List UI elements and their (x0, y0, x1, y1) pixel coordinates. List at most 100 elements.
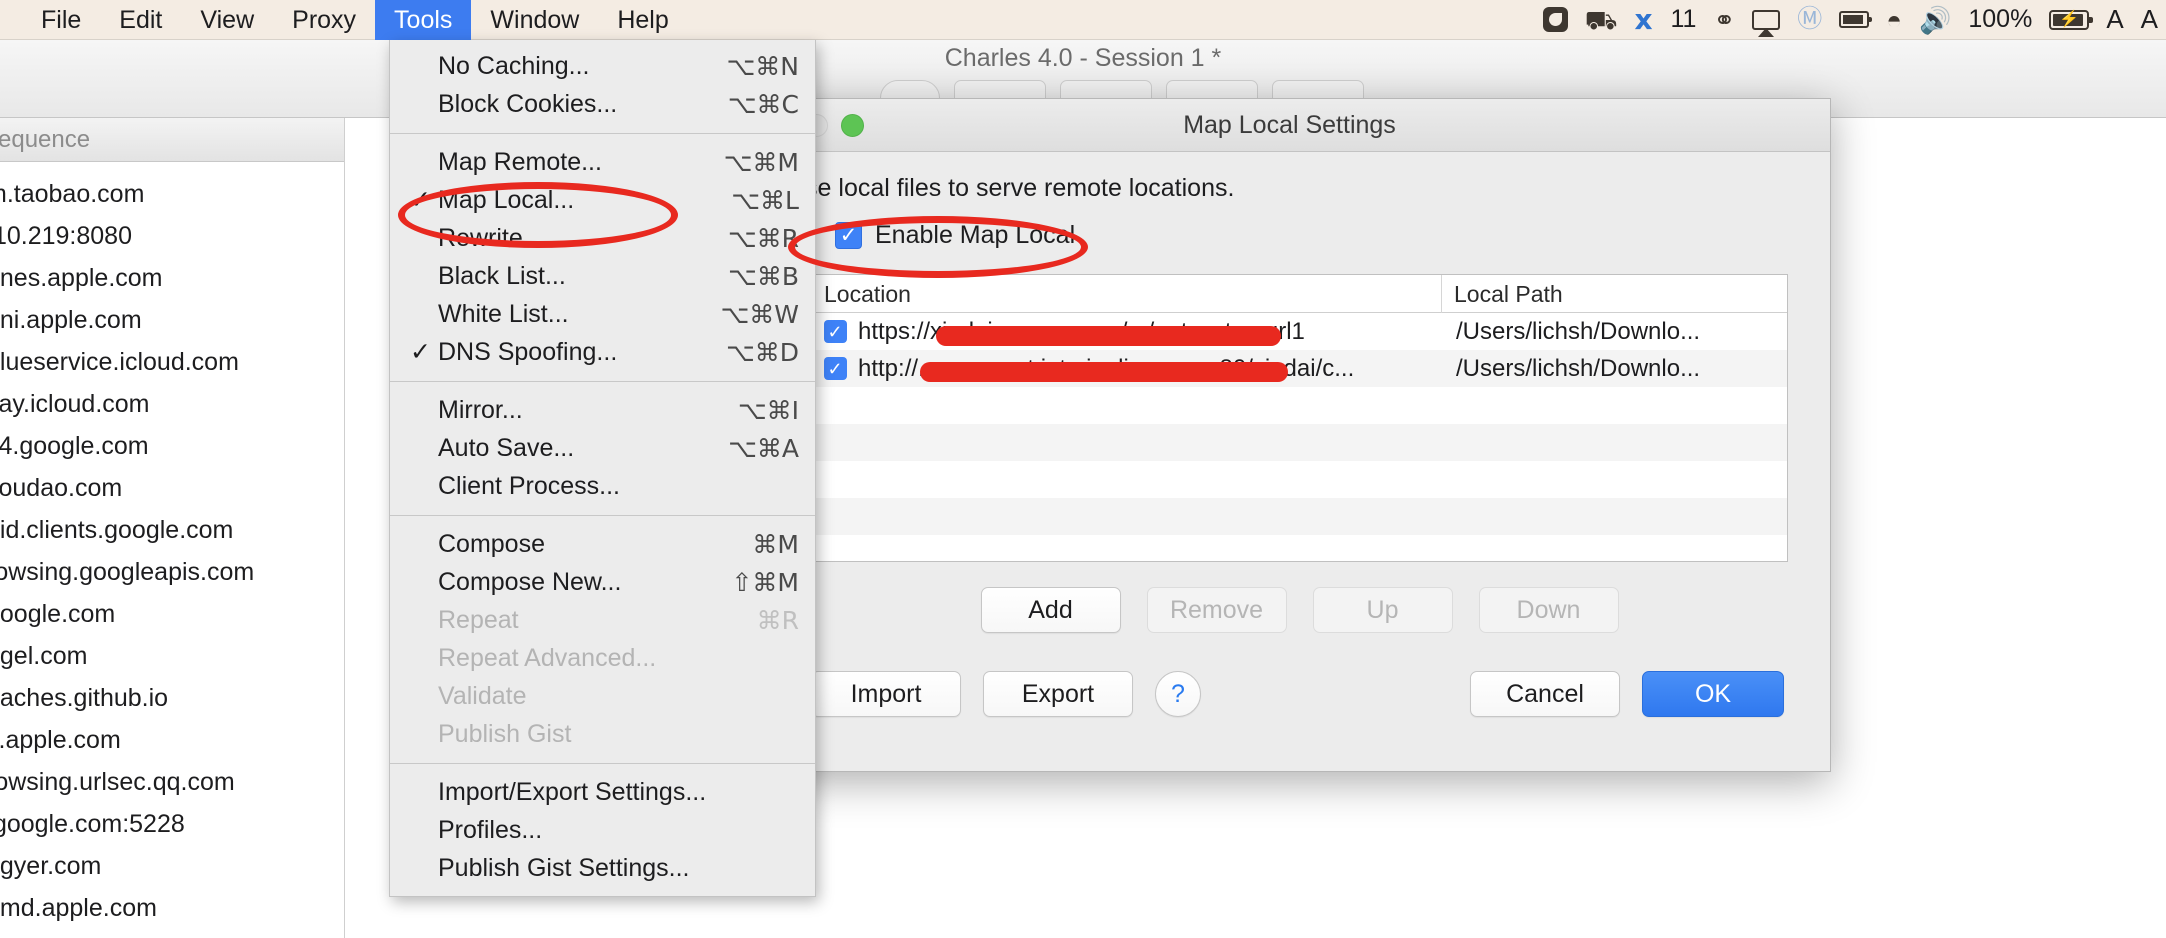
sidebar-host-item[interactable]: vay.icloud.com (0, 383, 344, 425)
battery-charging-icon[interactable]: ⚡ (2049, 0, 2094, 40)
sidebar-host-item[interactable]: s4.google.com (0, 425, 344, 467)
menu-help[interactable]: Help (598, 0, 687, 40)
sidebar-host-item[interactable]: alueservice.icloud.com (0, 341, 344, 383)
menu-item-label: Mirror... (438, 395, 523, 424)
row-enabled-checkbox[interactable]: ✓ (812, 357, 858, 380)
checkmark-icon: ✓ (823, 320, 847, 343)
tools-dropdown-menu[interactable]: No Caching... ⌥⌘N Block Cookies... ⌥⌘C Map R… (389, 40, 816, 897)
table-row[interactable]: ✓ https://xindai-ap...g;m...p/.../getcust… (812, 313, 1787, 350)
menu-item-compose[interactable]: Compose ⌘M (390, 525, 815, 563)
sidebar-host-item[interactable]: .10.219:8080 (0, 215, 344, 257)
menu-item-compose-new[interactable]: Compose New... ⇧⌘M (390, 563, 815, 601)
menu-item-label: Client Process... (438, 471, 621, 500)
column-header-location[interactable]: Location (812, 275, 1442, 313)
row-enabled-checkbox[interactable]: ✓ (812, 320, 858, 343)
sidebar-host-label: vay.icloud.com (0, 389, 150, 418)
sidebar-host-item[interactable]: eaches.github.io (0, 677, 344, 719)
mac-menu-bar: File Edit View Proxy Tools Window Help ⛟ x 11 … (0, 0, 2166, 40)
input-source-secondary-label[interactable]: A (2141, 4, 2158, 35)
cancel-button[interactable]: Cancel (1470, 671, 1620, 717)
menu-item-shortcut: ⌥⌘C (727, 89, 799, 119)
battery-small-icon[interactable] (1839, 0, 1873, 40)
gitkraken-icon[interactable]: x (1634, 0, 1652, 40)
globe-icon[interactable]: ⚭ (1713, 0, 1735, 40)
sidebar-host-label: c.apple.com (0, 725, 121, 754)
menu-item-label: Map Remote... (438, 147, 602, 176)
menu-item-map-local[interactable]: ✓ Map Local... ⌥⌘L (390, 181, 815, 219)
help-button[interactable]: ? (1155, 671, 1201, 717)
sidebar-header-label: Sequence (0, 125, 91, 153)
sidebar-host-item[interactable]: c.apple.com (0, 719, 344, 761)
sidebar-host-item[interactable]: google.com (0, 593, 344, 635)
ok-button[interactable]: OK (1642, 671, 1784, 717)
input-source-label[interactable]: A (2106, 4, 2123, 35)
airplay-icon[interactable] (1752, 0, 1781, 40)
menu-window[interactable]: Window (471, 0, 598, 40)
menu-tools[interactable]: Tools (375, 0, 472, 40)
enable-map-local-row[interactable]: ✓ Enable Map Local (835, 221, 1792, 250)
remove-button: Remove (1146, 587, 1287, 633)
menu-separator (390, 381, 815, 382)
menu-item-client-process[interactable]: Client Process... (390, 467, 815, 505)
sidebar-host-item[interactable]: rowsing.googleapis.com (0, 551, 344, 593)
menu-item-auto-save[interactable]: Auto Save... ⌥⌘A (390, 429, 815, 467)
menu-item-no-caching[interactable]: No Caching... ⌥⌘N (390, 47, 815, 85)
sidebar-host-item[interactable]: oni.apple.com (0, 299, 344, 341)
menu-item-publish-gist: Publish Gist (390, 715, 815, 753)
menu-item-black-list[interactable]: Black List... ⌥⌘B (390, 257, 815, 295)
sidebar-host-item[interactable]: rowsing.urlsec.qq.com (0, 761, 344, 803)
menu-item-publish-gist-settings[interactable]: Publish Gist Settings... (390, 849, 815, 887)
sidebar-host-item[interactable]: pgyer.com (0, 845, 344, 887)
table-row-empty[interactable] (812, 424, 1787, 461)
sidebar-host-list[interactable]: m.taobao.com .10.219:8080 unes.apple.com on… (0, 162, 344, 938)
enable-map-local-checkbox[interactable]: ✓ (835, 222, 862, 249)
dialog-title: Map Local Settings (1183, 110, 1396, 139)
menu-separator (390, 763, 815, 764)
cell-local-path: /Users/lichsh/Downlo... (1456, 354, 1701, 382)
menu-proxy[interactable]: Proxy (273, 0, 375, 40)
table-row-empty[interactable] (812, 387, 1787, 424)
sidebar-host-label: youdao.com (0, 473, 123, 502)
mappings-table[interactable]: Location Local Path ✓ https://xindai-ap..… (811, 274, 1788, 562)
sidebar-host-item[interactable]: egel.com (0, 635, 344, 677)
volume-icon[interactable]: 🔊 (1919, 0, 1951, 40)
menu-item-white-list[interactable]: White List... ⌥⌘W (390, 295, 815, 333)
menu-item-label: Publish Gist Settings... (438, 853, 690, 882)
add-button[interactable]: Add (980, 587, 1121, 633)
menu-file[interactable]: File (22, 0, 100, 40)
menu-item-map-remote[interactable]: Map Remote... ⌥⌘M (390, 143, 815, 181)
sidebar-host-item[interactable]: unes.apple.com (0, 257, 344, 299)
sidebar-host-item[interactable]: oid.clients.google.com (0, 509, 344, 551)
sidebar-host-item[interactable]: youdao.com (0, 467, 344, 509)
import-button[interactable]: Import (811, 671, 961, 717)
menu-item-dns-spoofing[interactable]: ✓ DNS Spoofing... ⌥⌘D (390, 333, 815, 371)
menu-edit[interactable]: Edit (100, 0, 181, 40)
wifi-icon[interactable]: ◓ (1886, 0, 1902, 40)
sidebar-host-item[interactable]: 1md.apple.com (0, 887, 344, 929)
menu-item-block-cookies[interactable]: Block Cookies... ⌥⌘C (390, 85, 815, 123)
menu-item-label: Rewrite... (438, 223, 544, 252)
bluetooth-icon[interactable]: Ⓜ (1797, 0, 1822, 40)
sidebar-host-label: pgyer.com (0, 851, 102, 880)
map-local-settings-dialog: Map Local Settings Use local files to se… (748, 98, 1831, 772)
evernote-icon[interactable] (1542, 0, 1568, 40)
sidebar-host-item[interactable]: s.apple.com (0, 929, 344, 938)
jug-icon[interactable]: ⛟ (1585, 0, 1618, 40)
table-row-empty[interactable] (812, 498, 1787, 535)
sidebar-host-item[interactable]: m.taobao.com (0, 173, 344, 215)
table-row[interactable]: ✓ http://...a-app-...t.int.qianli.com.cn:… (812, 350, 1787, 387)
sidebar-host-item[interactable]: .google.com:5228 (0, 803, 344, 845)
table-row-empty[interactable] (812, 461, 1787, 498)
menu-item-mirror[interactable]: Mirror... ⌥⌘I (390, 391, 815, 429)
menu-item-import-export-settings[interactable]: Import/Export Settings... (390, 773, 815, 811)
export-button[interactable]: Export (983, 671, 1133, 717)
column-header-local-path[interactable]: Local Path (1442, 275, 1787, 313)
menu-item-shortcut: ⌥⌘W (720, 299, 799, 329)
menu-item-profiles[interactable]: Profiles... (390, 811, 815, 849)
menu-view[interactable]: View (181, 0, 273, 40)
dialog-titlebar: Map Local Settings (749, 99, 1830, 152)
menu-item-shortcut: ⌥⌘R (727, 223, 799, 253)
sidebar-host-label: oid.clients.google.com (0, 515, 234, 544)
menu-item-rewrite[interactable]: Rewrite... ⌥⌘R (390, 219, 815, 257)
sidebar-host-label: egel.com (0, 641, 88, 670)
